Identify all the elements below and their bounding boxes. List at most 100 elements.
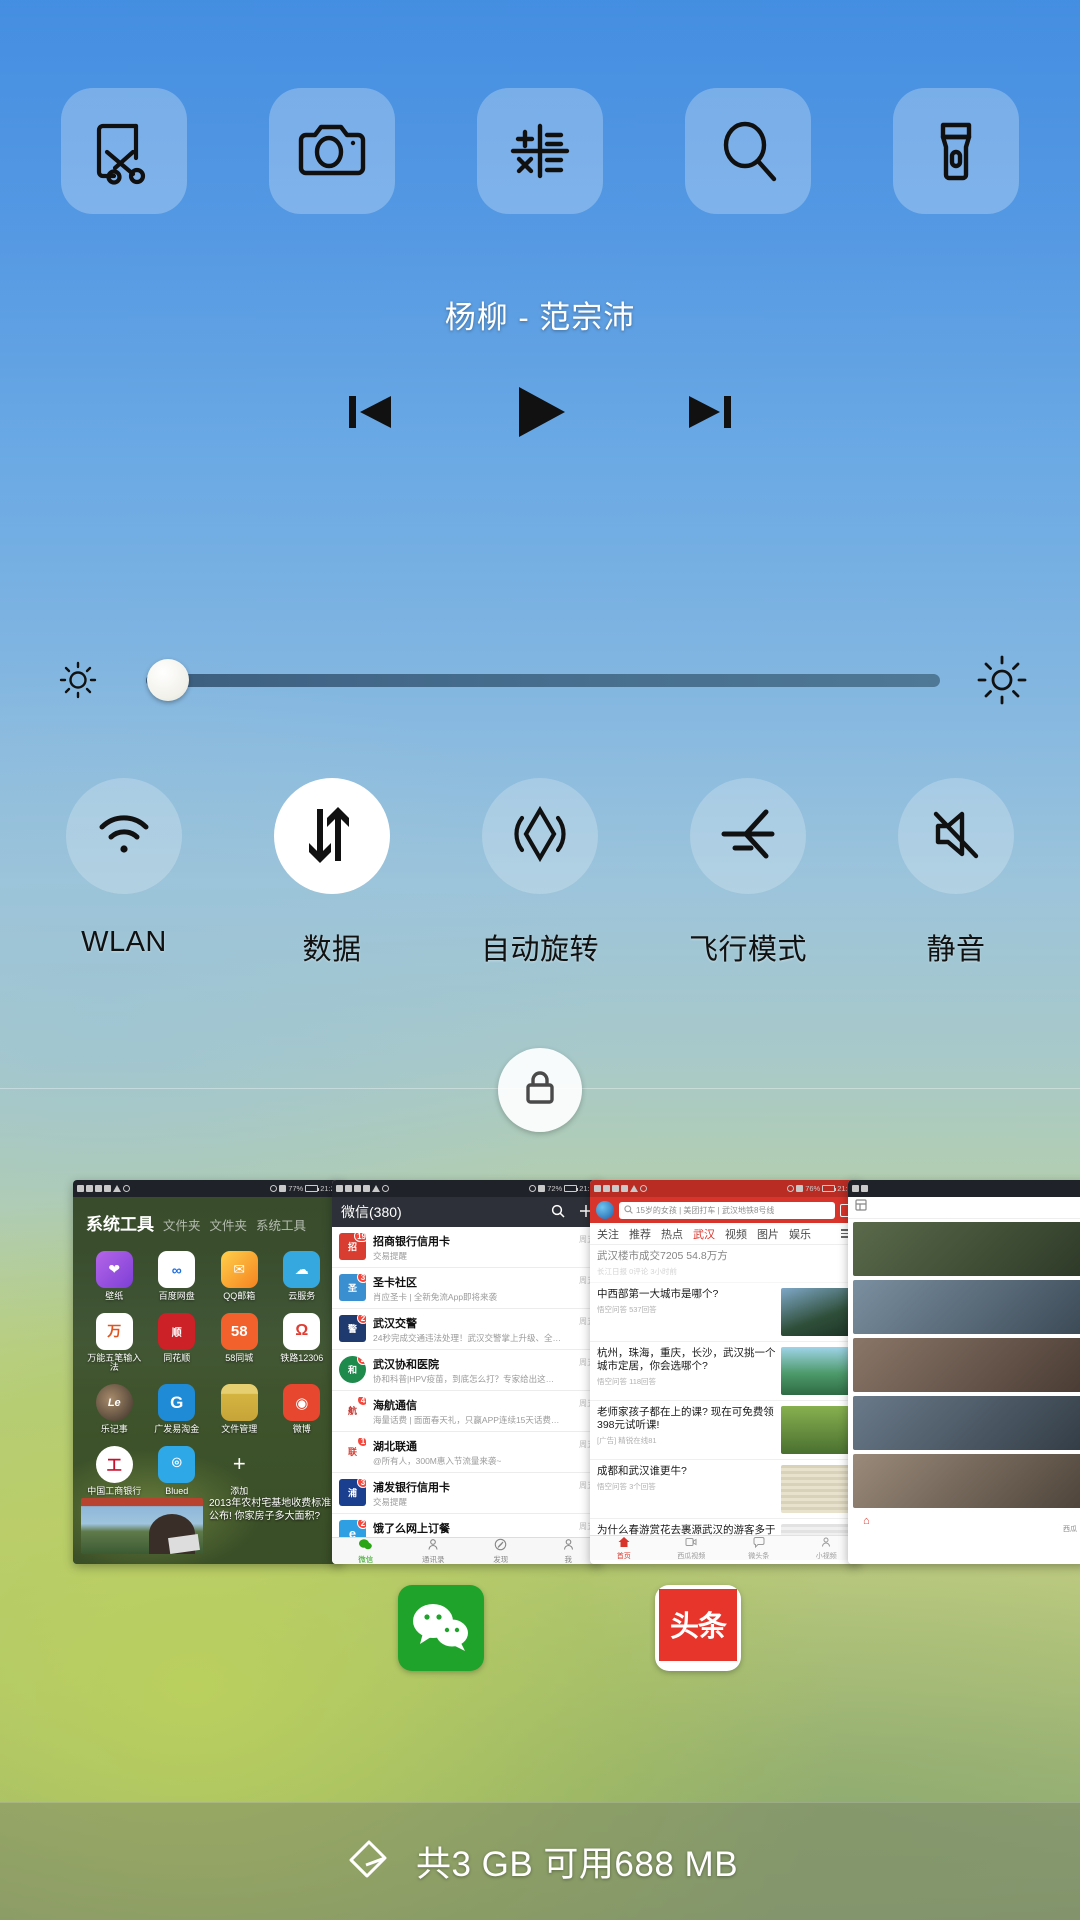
recent-card-toutiao[interactable]: 76% 21:25 15岁的女孩 | 美团打车 | 武汉地铁8号线 关注 推荐 [590,1180,860,1564]
folder-tab[interactable]: 系统工具 [86,1210,154,1235]
app-item[interactable]: 工中国工商银行 [83,1445,146,1497]
chat-row[interactable]: e2 饿了么网上订餐[微信红包]恭喜发财，大吉大利 周五 [332,1514,602,1537]
calculator-shortcut[interactable] [477,88,603,214]
video-row[interactable] [853,1454,1080,1508]
news-widget[interactable]: 2013年农村宅基地收费标准公布! 你家房子多大面积? [81,1498,337,1558]
chat-row[interactable]: 圣3 圣卡社区 肖应圣卡 | 全新免流App即将来袭 周五 [332,1268,602,1309]
media-previous-button[interactable] [343,384,399,445]
folder-tab[interactable]: 文件夹 [163,1215,201,1234]
folder-tab[interactable]: 系统工具 [256,1215,306,1234]
app-item[interactable]: 58 58同城 [208,1312,271,1373]
app-item[interactable]: ✉ QQ邮箱 [208,1251,271,1302]
camera-shortcut[interactable] [269,88,395,214]
partial-video-list[interactable]: ⌂ 西瓜 [848,1219,1080,1564]
wechat-tab-contacts[interactable]: 通讯录 [400,1538,468,1564]
video-row-footer[interactable]: ⌂ 西瓜 [853,1512,1080,1536]
unread-badge: 19 [354,1233,366,1242]
search-input[interactable]: 15岁的女孩 | 美团打车 | 武汉地铁8号线 [619,1201,835,1219]
chat-row[interactable]: 航4 海航通信 海量话费 | 面面春天礼，只赢APP连续15天话费… 周五 [332,1391,602,1432]
media-play-button[interactable] [507,379,573,450]
folder-tab[interactable]: 文件夹 [210,1215,248,1234]
article-item[interactable]: 成都和武汉谁更牛? 悟空问答 3个回答 [590,1460,860,1520]
chat-row[interactable]: 和2 武汉协和医院 协和科普|HPV疫苗，到底怎么打？专家给出这… 周五 [332,1350,602,1391]
video-row[interactable] [853,1222,1080,1276]
toggle-mute-label: 静音 [926,934,986,966]
nav-tab[interactable]: 关注 [597,1226,619,1242]
brightness-slider[interactable] [132,658,948,702]
chat-row[interactable]: 警2 武汉交警 24秒完成交通违法处理！武汉交警掌上升级、全… 周五 [332,1309,602,1350]
app-item[interactable]: Ω 铁路12306 [271,1312,334,1373]
toutiao-tab-video[interactable]: 西瓜视频 [658,1536,726,1560]
toutiao-app-icon[interactable]: 头条 [655,1585,741,1671]
app-item[interactable]: ☁ 云服务 [271,1251,334,1302]
wechat-tab-bar[interactable]: 微信 通讯录 发现 我 [332,1537,602,1564]
brightness-slider-thumb[interactable] [147,659,190,701]
app-item[interactable]: G 广发易淘金 [146,1384,209,1435]
app-label: 广发易淘金 [154,1424,200,1435]
app-item[interactable]: 文件管理 [208,1384,271,1435]
nav-tab[interactable]: 图片 [757,1226,779,1242]
app-item[interactable]: Le 乐记事 [83,1384,146,1435]
chat-row[interactable]: 联1 湖北联通 @所有人，300M惠入节流量来袭~ 周五 [332,1432,602,1473]
recent-card-partial[interactable]: ⌂ 西瓜 [848,1180,1080,1564]
toutiao-tab-bar[interactable]: 首页 西瓜视频 微头条 小视频 [590,1535,860,1560]
video-row[interactable] [853,1338,1080,1392]
search-shortcut[interactable] [685,88,811,214]
toggle-airplane-mode-circle[interactable] [690,778,806,894]
wechat-app-icon[interactable] [398,1585,484,1671]
recent-cards-strip[interactable]: 77% 21:23 系统工具 文件夹 文件夹 系统工具 ❤ 壁纸 ∞ 百度网盘 ✉ Q… [0,1180,1080,1570]
chat-row[interactable]: 浦3 浦发银行信用卡 交易提醒 周五 [332,1473,602,1514]
app-item[interactable]: ⌾ Blued [146,1445,209,1497]
toutiao-tab-home[interactable]: 首页 [590,1536,658,1560]
screenshot-shortcut[interactable] [61,88,187,214]
wechat-tab-chats[interactable]: 微信 [332,1538,400,1564]
toggle-wlan-circle[interactable] [66,778,182,894]
chat-preview: 交易提醒 [373,1251,408,1261]
nav-tab[interactable]: 推荐 [629,1226,651,1242]
toggle-auto-rotate-circle[interactable] [482,778,598,894]
toggle-airplane-mode[interactable]: 飞行模式 [660,778,836,968]
app-item[interactable]: ∞ 百度网盘 [146,1251,209,1302]
memory-status-bar[interactable]: 共3 GB 可用688 MB [0,1802,1080,1920]
nav-tab[interactable]: 热点 [661,1226,683,1242]
article-item[interactable]: 为什么春游赏花去裹源武汉的游客多于去洛阳的游客?悟空问答 21回答 [590,1519,860,1535]
nav-tab[interactable]: 视频 [725,1226,747,1242]
avatar[interactable] [596,1201,614,1219]
app-item[interactable]: 万万能五笔输入法 [83,1312,146,1373]
media-next-button[interactable] [681,384,737,445]
wechat-tab-label: 发现 [493,1554,509,1564]
wechat-tab-discover[interactable]: 发现 [467,1538,535,1564]
nav-tab-active[interactable]: 武汉 [693,1226,715,1242]
flashlight-shortcut[interactable] [893,88,1019,214]
chat-name: 招商银行信用卡 [373,1236,450,1248]
toggle-auto-rotate[interactable]: 自动旋转 [452,778,628,968]
app-item[interactable]: ◉ 微博 [271,1384,334,1435]
app-item[interactable]: 顺同花顺 [146,1312,209,1373]
camera-icon [295,114,369,188]
article-item[interactable]: 杭州，珠海，重庆，长沙，武汉挑一个城市定居，你会选哪个? 悟空问答 118回答 [590,1342,860,1402]
video-row[interactable] [853,1280,1080,1334]
app-item[interactable]: + 添加 [208,1446,271,1497]
recent-card-wechat[interactable]: 72% 21:32 微信(380) 招 19 招商银行信用卡 交易提醒 周五 圣… [332,1180,602,1564]
toggle-mute-circle[interactable] [898,778,1014,894]
toggle-mute[interactable]: 静音 [868,778,1044,968]
video-row[interactable] [853,1396,1080,1450]
article-item[interactable]: 中西部第一大城市是哪个? 悟空问答 537回答 [590,1283,860,1343]
article-item[interactable]: 武汉楼市成交7205 54.8万方 长江日报 0评论 3小时前 [590,1245,860,1284]
toggle-wlan[interactable]: WLAN [36,778,212,968]
article-thumbnail [781,1406,853,1455]
toggle-mobile-data[interactable]: 数据 [244,778,420,968]
toutiao-nav-tabs[interactable]: 关注 推荐 热点 武汉 视频 图片 娱乐 [590,1223,860,1245]
toutiao-tab-weitoutiao[interactable]: 微头条 [725,1536,793,1560]
lock-all-button[interactable] [498,1048,582,1132]
recent-card-launcher[interactable]: 77% 21:23 系统工具 文件夹 文件夹 系统工具 ❤ 壁纸 ∞ 百度网盘 ✉ Q… [73,1180,343,1564]
nav-tab[interactable]: 娱乐 [789,1226,811,1242]
article-item[interactable]: 老师家孩子都在上的课? 现在可免费领398元试听课! [广告] 精锐在线81 [590,1401,860,1461]
search-icon[interactable] [551,1204,565,1221]
toggle-mobile-data-circle[interactable] [274,778,390,894]
chat-row[interactable]: 招 19 招商银行信用卡 交易提醒 周五 [332,1227,602,1268]
toutiao-article-list[interactable]: 武汉楼市成交7205 54.8万方 长江日报 0评论 3小时前 中西部第一大城市是… [590,1245,860,1535]
app-label: 添加 [230,1485,249,1496]
app-item[interactable]: ❤ 壁纸 [83,1251,146,1302]
wechat-chat-list[interactable]: 招 19 招商银行信用卡 交易提醒 周五 圣3 圣卡社区 肖应圣卡 | 全新免流App… [332,1227,602,1537]
